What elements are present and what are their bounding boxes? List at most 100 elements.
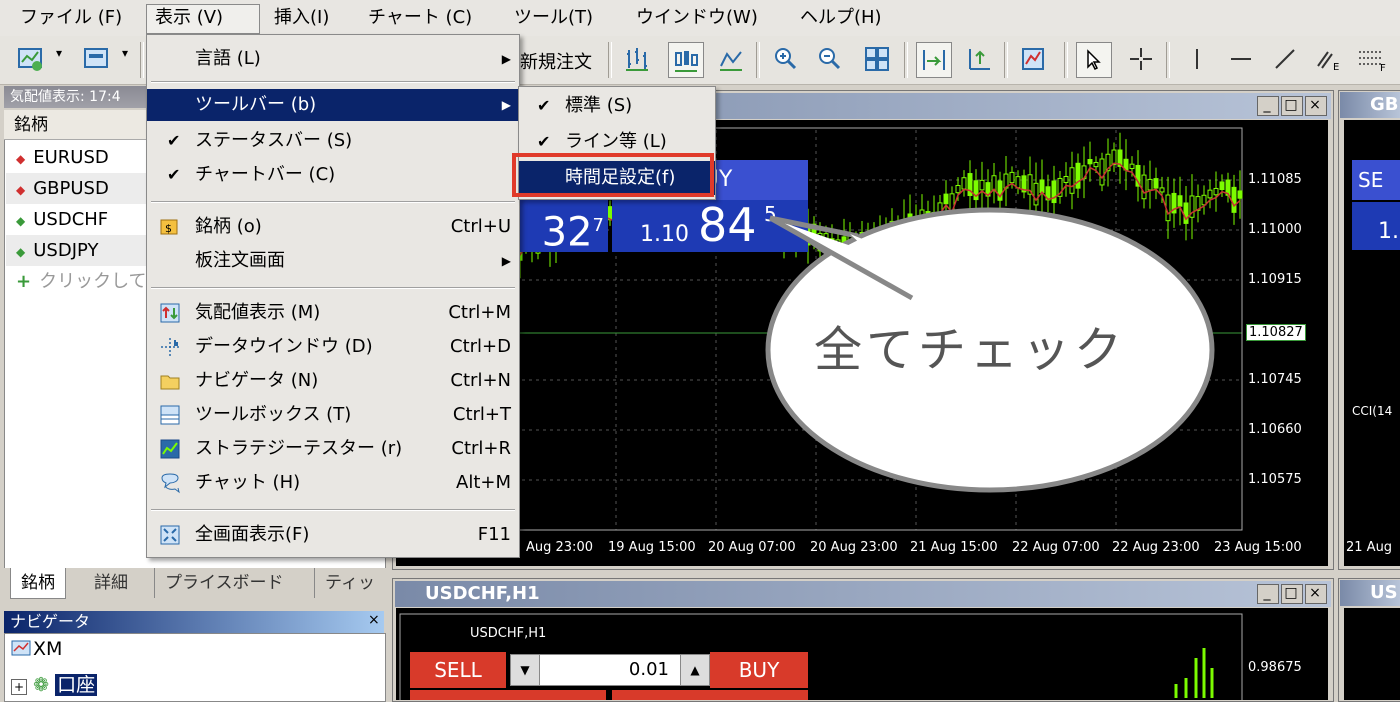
submenu-item-standard[interactable]: ✔ 標準 (S) [519,89,715,123]
maximize-icon[interactable]: □ [1281,96,1303,116]
maximize-icon[interactable]: □ [1281,584,1303,604]
menu-item-label: 言語 (L) [195,48,261,69]
sell-button[interactable]: SELL [410,652,506,688]
menu-item-label: データウインドウ (D) [195,336,373,357]
menu-item-label: ストラテジーテスター (r) [195,438,403,459]
menu-item-label: 板注文画面 [195,250,285,271]
menu-item-depth-of-market[interactable]: 板注文画面 ▶ [147,245,519,277]
svg-text:$: $ [165,222,172,235]
time-axis-label: 21 Aug [1346,540,1393,555]
lot-increase-icon[interactable]: ▲ [680,655,709,685]
vertical-line-icon[interactable] [1180,42,1214,76]
full-screen-icon [160,525,180,545]
candle-body [1009,171,1015,184]
line-chart-icon[interactable] [714,42,748,76]
chart-window-title[interactable]: US [1340,580,1400,606]
candlestick-icon[interactable] [668,42,704,78]
menu-item-toolbox[interactable]: ツールボックス (T) Ctrl+T [147,399,519,431]
tile-windows-icon[interactable] [860,42,894,76]
menu-help[interactable]: ヘルプ(H) [792,4,890,32]
sell-button[interactable]: SE [1352,160,1400,200]
menu-item-label: チャット (H) [195,472,301,493]
lot-value[interactable]: 0.01 [629,655,669,685]
candle-body [1093,161,1099,168]
trendline-icon[interactable] [1268,42,1302,76]
chart-window-title[interactable]: USDCHF,H1 [395,581,1331,607]
menu-item-strategy-tester[interactable]: ストラテジーテスター (r) Ctrl+R [147,433,519,465]
profiles-icon[interactable] [80,42,114,76]
close-icon[interactable]: × [368,612,380,628]
close-icon[interactable]: × [1305,584,1327,604]
close-icon[interactable]: × [1305,96,1327,116]
dropdown-arrow-icon[interactable]: ▾ [122,46,128,60]
navigator-accounts[interactable]: + ❁ 口座 [11,670,98,697]
strategy-tester-icon [160,439,180,459]
tab-price-board[interactable]: プライスボード [154,568,294,598]
expand-icon[interactable]: + [11,679,28,695]
time-axis-label: 22 Aug 23:00 [1112,540,1200,555]
tab-ticks[interactable]: ティッ [314,568,385,598]
cursor-icon[interactable] [1076,42,1112,78]
new-chart-icon[interactable] [14,42,48,76]
candle-body [1063,175,1069,183]
menu-item-chat[interactable]: チャット (H) Alt+M [147,467,519,499]
menu-view[interactable]: 表示 (V) [146,4,260,34]
sell-price-button[interactable]: 327 [518,200,608,255]
indicator-label: CCI(14 [1352,404,1393,418]
chart-subtitle: USDCHF,H1 [470,626,547,641]
buy-price-button[interactable] [612,690,808,700]
price-level-label: 1.10660 [1248,422,1302,437]
menu-window[interactable]: ウインドウ(W) [628,4,766,32]
menu-tools[interactable]: ツール(T) [506,4,601,32]
horizontal-line-icon[interactable] [1224,42,1258,76]
sell-price-button[interactable] [410,690,606,700]
menu-item-full-screen[interactable]: 全画面表示(F) F11 [147,519,519,551]
menu-shortcut: Ctrl+N [450,370,511,391]
navigator-root[interactable]: XM [11,638,62,660]
chart-window-title[interactable]: GB [1340,92,1400,118]
menu-shortcut: Ctrl+D [450,336,511,357]
market-watch-icon [160,303,180,323]
data-window-icon [161,338,179,356]
chart-shift-icon[interactable] [962,42,996,76]
menu-insert[interactable]: 挿入(I) [266,4,337,32]
menu-item-symbols[interactable]: $ 銘柄 (o) Ctrl+U [147,211,519,243]
lot-stepper[interactable]: ▼ 0.01 ▲ [510,654,710,686]
menu-item-language[interactable]: 言語 (L) ▶ [147,43,519,75]
auto-scroll-icon[interactable] [916,42,952,78]
dropdown-arrow-icon[interactable]: ▾ [56,46,62,60]
minimize-icon[interactable]: _ [1257,96,1279,116]
indicators-icon[interactable] [1016,42,1050,76]
menu-file[interactable]: ファイル (F) [12,4,130,32]
fibonacci-e-icon[interactable]: E [1312,42,1346,76]
bar-chart-icon[interactable] [620,42,654,76]
menu-item-data-window[interactable]: データウインドウ (D) Ctrl+D [147,331,519,363]
menu-item-toolbar[interactable]: ツールバー (b) ▶ [147,89,519,121]
menu-item-label: ステータスバー (S) [195,130,353,151]
new-order-button[interactable]: 新規注文 [520,48,592,74]
menu-item-chart-bar[interactable]: ✔ チャートバー (C) [147,159,519,191]
svg-text:E: E [1333,62,1339,72]
zoom-in-icon[interactable] [768,42,802,76]
fibonacci-f-icon[interactable]: F [1356,42,1390,76]
crosshair-icon[interactable] [1124,42,1158,76]
candle-body [1231,186,1237,213]
chat-icon [161,473,180,494]
time-axis-label: Aug 23:00 [526,540,593,555]
plus-icon: + [16,271,32,292]
price-level-label: 1.10745 [1248,372,1302,387]
menu-item-market-watch[interactable]: 気配値表示 (M) Ctrl+M [147,297,519,329]
menu-chart[interactable]: チャート (C) [360,4,480,32]
tab-details[interactable]: 詳細 [84,568,138,598]
tab-symbols[interactable]: 銘柄 [10,568,66,599]
zoom-out-icon[interactable] [812,42,846,76]
menu-item-label: 銘柄 (o) [195,216,262,237]
symbol-label: USDJPY [33,240,99,261]
price-fragment: 1. [1352,202,1400,250]
minimize-icon[interactable]: _ [1257,584,1279,604]
menu-item-status-bar[interactable]: ✔ ステータスバー (S) [147,125,519,157]
lot-decrease-icon[interactable]: ▼ [511,655,540,685]
chart-canvas-us[interactable] [1344,608,1400,700]
menu-item-navigator[interactable]: ナビゲータ (N) Ctrl+N [147,365,519,397]
buy-button[interactable]: BUY [710,652,808,688]
